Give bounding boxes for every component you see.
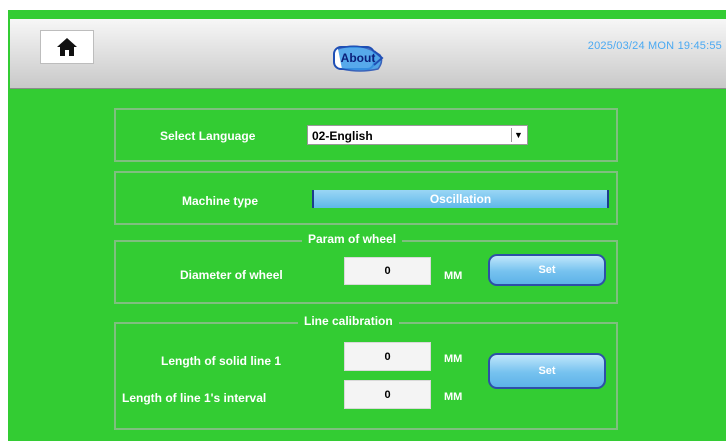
- solid-line-label: Length of solid line 1: [161, 354, 281, 368]
- calibration-title: Line calibration: [298, 314, 399, 328]
- language-label: Select Language: [160, 129, 256, 143]
- machine-type-label: Machine type: [182, 194, 259, 208]
- screen: About 2025/03/24 MON 19:45:55 Select Lan…: [0, 0, 726, 441]
- machine-type-button[interactable]: Oscillation: [312, 190, 609, 208]
- interval-unit: MM: [444, 391, 463, 403]
- home-button[interactable]: [40, 30, 94, 64]
- diameter-input[interactable]: 0: [344, 257, 431, 285]
- interval-input[interactable]: 0: [344, 380, 431, 409]
- wheel-title: Param of wheel: [302, 232, 403, 246]
- diameter-unit: MM: [444, 270, 463, 282]
- home-icon: [57, 38, 77, 56]
- dropdown-arrow-icon[interactable]: ▼: [511, 128, 525, 142]
- about-label: About: [340, 51, 376, 65]
- solid-line-unit: MM: [444, 353, 463, 365]
- language-select[interactable]: 02-English ▼: [307, 125, 528, 145]
- language-selected-value: 02-English: [312, 129, 373, 143]
- interval-label: Length of line 1's interval: [122, 391, 267, 405]
- datetime-display: 2025/03/24 MON 19:45:55: [587, 40, 722, 52]
- calibration-set-button[interactable]: Set: [488, 353, 606, 389]
- solid-line-input[interactable]: 0: [344, 342, 431, 371]
- wheel-set-button[interactable]: Set: [488, 254, 606, 286]
- diameter-label: Diameter of wheel: [180, 268, 283, 282]
